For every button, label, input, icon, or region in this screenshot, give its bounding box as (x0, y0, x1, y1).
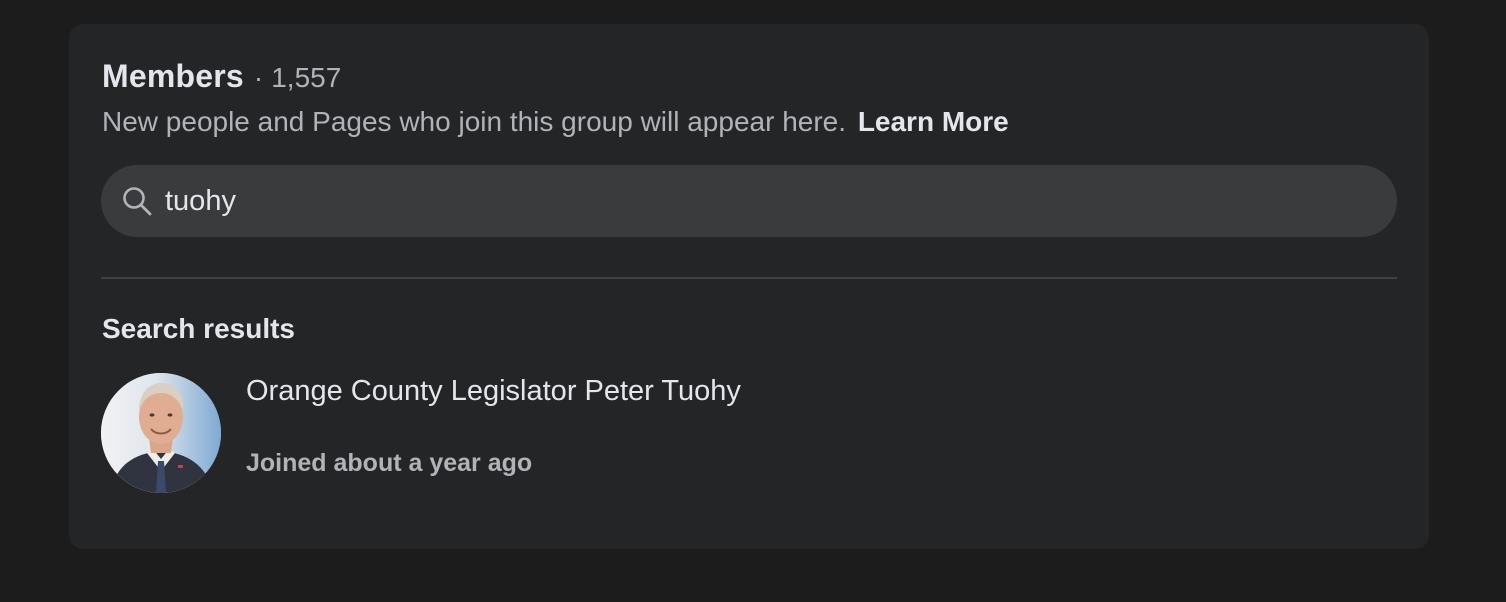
avatar[interactable] (101, 373, 221, 493)
member-count: 1,557 (271, 62, 342, 93)
learn-more-link[interactable]: Learn More (858, 106, 1009, 137)
members-title: Members (102, 58, 244, 94)
members-description-row: New people and Pages who join this group… (102, 106, 1009, 138)
members-card: Members · 1,557 New people and Pages who… (69, 24, 1429, 549)
members-header: Members · 1,557 (102, 58, 341, 95)
search-result-item[interactable]: Orange County Legislator Peter Tuohy Joi… (101, 373, 1397, 494)
search-results-heading: Search results (102, 313, 295, 344)
member-name[interactable]: Orange County Legislator Peter Tuohy (246, 375, 741, 408)
member-joined-date: Joined about a year ago (246, 449, 533, 477)
member-search-box[interactable] (101, 165, 1397, 237)
search-icon (121, 185, 153, 217)
members-description: New people and Pages who join this group… (102, 106, 847, 137)
separator-dot: · (253, 62, 264, 93)
search-input[interactable] (165, 184, 1345, 218)
divider (101, 277, 1397, 279)
